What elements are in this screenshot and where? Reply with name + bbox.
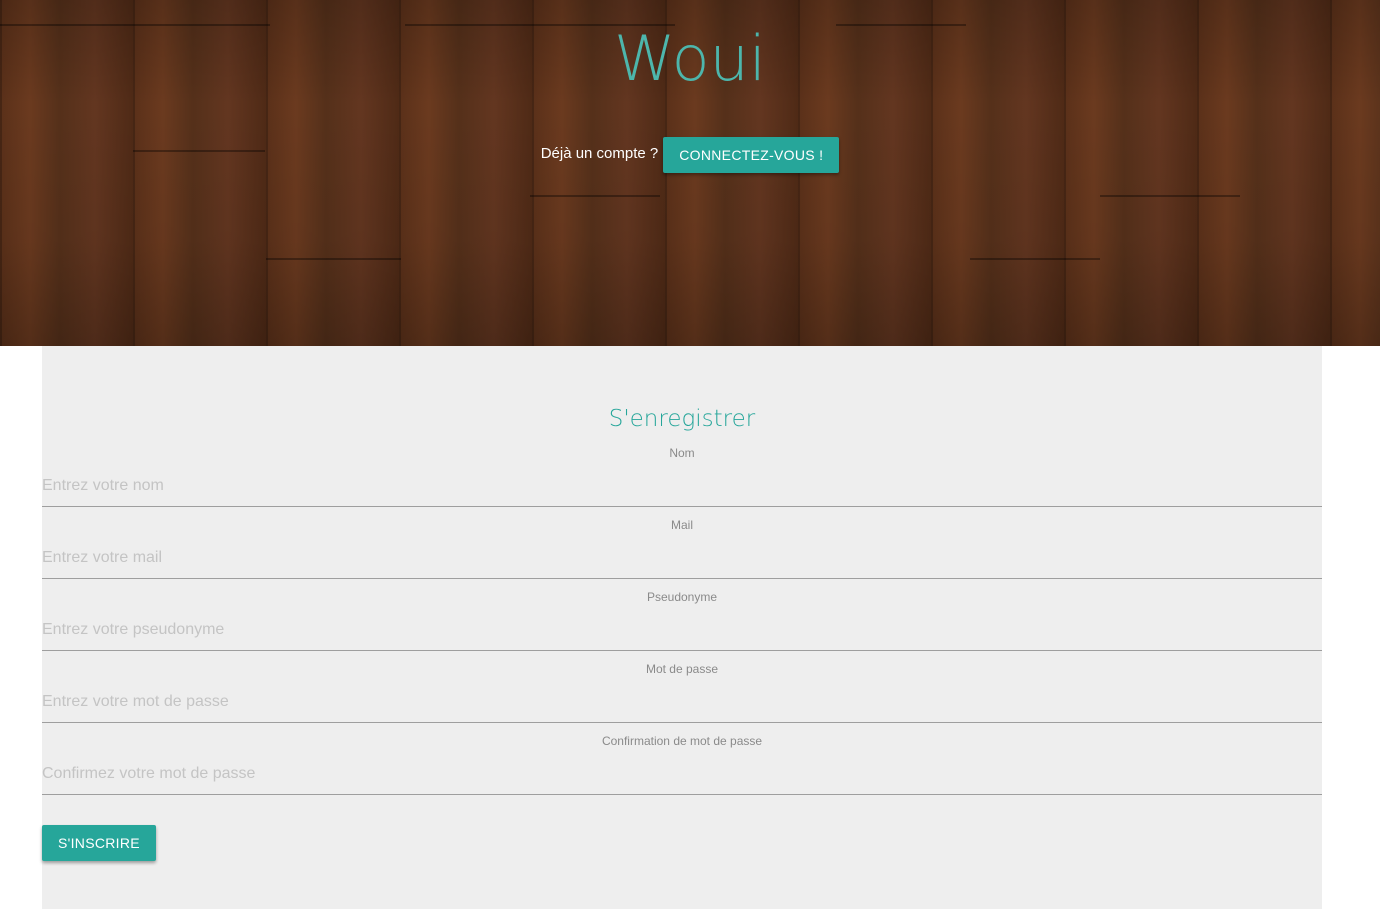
wood-plank-seam [530, 195, 660, 197]
mail-input[interactable] [42, 538, 1322, 579]
login-prompt-row: Déjà un compte ? Connectez-vous ! [0, 137, 1380, 173]
wood-plank-seam [266, 258, 401, 260]
mail-label: Mail [670, 518, 693, 532]
register-title: S'enregistrer [608, 406, 756, 432]
password-label: Mot de passe [645, 662, 719, 676]
password-confirm-field-group: Confirmation de mot de passe [42, 734, 1322, 806]
login-prompt-text: Déjà un compte ? [540, 145, 659, 162]
name-field-group: Nom [42, 446, 1322, 518]
mail-field-group: Mail [42, 518, 1322, 590]
password-confirm-label: Confirmation de mot de passe [601, 734, 763, 748]
register-card: S'enregistrer Nom Mail Pseudonyme Mot de… [42, 346, 1322, 909]
pseudonym-label: Pseudonyme [646, 590, 718, 604]
hero-banner: Woui Déjà un compte ? Connectez-vous ! [0, 0, 1380, 346]
pseudonym-field-group: Pseudonyme [42, 590, 1322, 662]
wood-plank-seam [1100, 195, 1240, 197]
pseudonym-input[interactable] [42, 610, 1322, 651]
wood-plank-seam [970, 258, 1100, 260]
name-label: Nom [669, 446, 695, 460]
register-submit-button[interactable]: S'inscrire [42, 825, 156, 861]
password-confirm-input[interactable] [42, 754, 1322, 795]
password-input[interactable] [42, 682, 1322, 723]
name-input[interactable] [42, 466, 1322, 507]
site-title: Woui [613, 22, 767, 95]
login-button[interactable]: Connectez-vous ! [663, 137, 840, 173]
password-field-group: Mot de passe [42, 662, 1322, 734]
